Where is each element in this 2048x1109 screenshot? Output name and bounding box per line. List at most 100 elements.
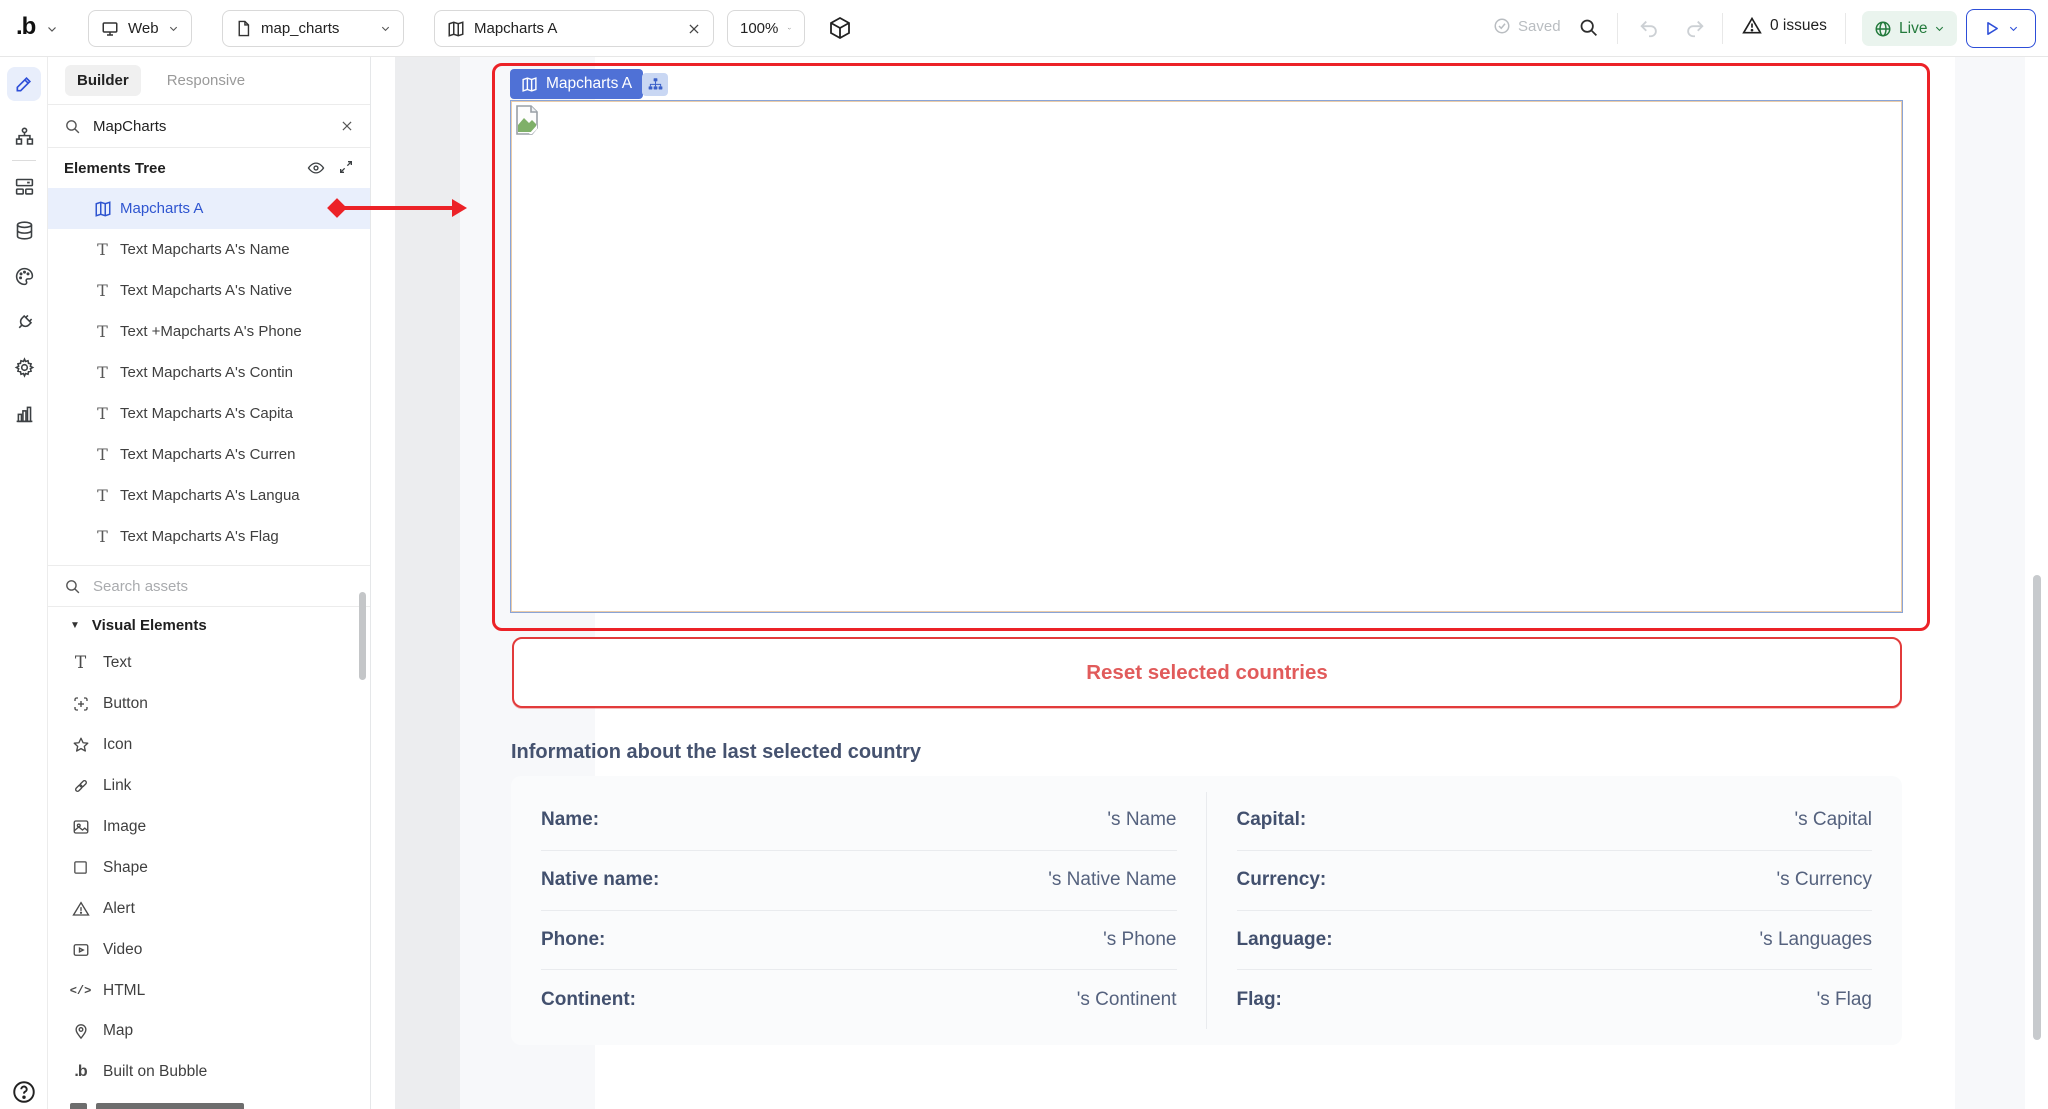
tree-item-label: Text Mapcharts A's Curren xyxy=(120,446,295,463)
tree-item-label: Text Mapcharts A's Native xyxy=(120,282,292,299)
palette-item-html[interactable]: </> HTML xyxy=(48,970,370,1011)
expand-icon[interactable] xyxy=(338,159,354,175)
plugins-tab-button[interactable] xyxy=(7,305,41,339)
tree-item-mapcharts-a[interactable]: Mapcharts A xyxy=(48,188,370,229)
annotation-highlight-rect xyxy=(492,63,1930,631)
text-icon: T xyxy=(93,281,112,300)
info-row-currency: Currency: 's Currency xyxy=(1237,851,1873,911)
sidebar-scrollbar[interactable] xyxy=(359,592,366,680)
live-label: Live xyxy=(1899,20,1927,38)
help-icon xyxy=(11,1079,37,1105)
logs-tab-button[interactable] xyxy=(7,396,41,430)
info-label: Currency: xyxy=(1237,869,1327,891)
info-row-phone: Phone: 's Phone xyxy=(541,911,1177,971)
editor-canvas[interactable]: Mapcharts A Reset selected countries Inf… xyxy=(371,57,2048,1109)
chevron-down-icon xyxy=(168,23,179,34)
tree-item[interactable]: TText Mapcharts A's Curren xyxy=(48,434,370,475)
info-row-language: Language: 's Languages xyxy=(1237,911,1873,971)
element-hierarchy-badge[interactable] xyxy=(642,73,668,96)
chevron-down-icon xyxy=(1934,23,1945,34)
palette-item-link[interactable]: Link xyxy=(48,766,370,807)
palette-item-text[interactable]: T Text xyxy=(48,643,370,684)
elements-tree-title: Elements Tree xyxy=(64,160,166,177)
search-icon xyxy=(64,578,81,595)
info-value: 's Name xyxy=(1107,809,1176,831)
tab-responsive[interactable]: Responsive xyxy=(155,65,257,96)
data-tab-button[interactable] xyxy=(7,213,41,247)
info-value: 's Native Name xyxy=(1048,869,1176,891)
palette-item-image[interactable]: Image xyxy=(48,807,370,848)
tab-mapcharts-a[interactable]: Mapcharts A xyxy=(434,10,714,47)
palette-item-built-on-bubble[interactable]: .b Built on Bubble xyxy=(48,1052,370,1093)
visual-elements-section[interactable]: ▼ Visual Elements xyxy=(48,607,370,643)
tree-item-label: Text Mapcharts A's Langua xyxy=(120,487,300,504)
tree-item-label: Text Mapcharts A's Name xyxy=(120,241,290,258)
close-icon[interactable] xyxy=(687,22,701,36)
palette-item-video[interactable]: Video xyxy=(48,929,370,970)
layout-blocks-icon xyxy=(14,176,35,197)
palette-item-map[interactable]: Map xyxy=(48,1011,370,1052)
bubble-logo[interactable]: .b xyxy=(16,13,35,41)
sitemap-icon xyxy=(648,78,663,91)
sidebar-tabs: Builder Responsive xyxy=(48,57,370,105)
clear-search-icon[interactable] xyxy=(340,119,354,133)
divider xyxy=(12,160,36,161)
preview-button[interactable] xyxy=(1966,9,2036,48)
palette-item-label: Image xyxy=(103,818,146,836)
info-label: Flag: xyxy=(1237,989,1282,1011)
palette-item-label: Link xyxy=(103,777,131,795)
info-card-right-column: Capital: 's Capital Currency: 's Currenc… xyxy=(1207,791,1903,1030)
tree-item[interactable]: TText Mapcharts A's Capita xyxy=(48,393,370,434)
workflow-icon xyxy=(14,126,35,147)
palette-item-label: Text xyxy=(103,654,131,672)
tab-builder[interactable]: Builder xyxy=(65,65,141,96)
tree-item[interactable]: TText +Mapcharts A's Phone xyxy=(48,311,370,352)
link-icon xyxy=(70,777,91,795)
divider xyxy=(1617,13,1618,44)
tree-item[interactable]: TText Mapcharts A's Flag xyxy=(48,516,370,557)
palette-item-button[interactable]: Button xyxy=(48,684,370,725)
chevron-down-icon[interactable] xyxy=(46,23,58,35)
canvas-scrollbar[interactable] xyxy=(2033,575,2041,1040)
redo-icon[interactable] xyxy=(1684,17,1706,39)
page-select[interactable]: map_charts xyxy=(222,10,404,47)
selected-element-badge[interactable]: Mapcharts A xyxy=(510,69,643,99)
country-info-card: Name: 's Name Native name: 's Native Nam… xyxy=(511,776,1902,1045)
tree-item[interactable]: TText Mapcharts A's Contin xyxy=(48,352,370,393)
workflow-tab-button[interactable] xyxy=(7,119,41,153)
tree-item[interactable]: T Text Mapcharts A's Native xyxy=(48,270,370,311)
palette-item-alert[interactable]: Alert xyxy=(48,888,370,929)
platform-select-value: Web xyxy=(128,20,159,37)
undo-icon[interactable] xyxy=(1638,17,1660,39)
reset-countries-button[interactable]: Reset selected countries xyxy=(512,637,1902,708)
settings-tab-button[interactable] xyxy=(7,350,41,384)
monitor-icon xyxy=(101,20,119,38)
tree-item-label: Text Mapcharts A's Flag xyxy=(120,528,279,545)
bar-chart-icon xyxy=(14,403,35,424)
elements-tree-header: Elements Tree xyxy=(48,148,370,188)
tree-item[interactable]: TText Mapcharts A's Langua xyxy=(48,475,370,516)
visual-elements-title: Visual Elements xyxy=(92,617,207,634)
chevron-down-icon xyxy=(787,23,792,34)
component-cube-icon[interactable] xyxy=(828,16,852,40)
annotation-arrow-head xyxy=(452,199,467,217)
divider xyxy=(1845,13,1846,44)
tree-item[interactable]: TText Mapcharts A's Name xyxy=(48,229,370,270)
assets-search-field[interactable]: Search assets xyxy=(48,565,370,607)
search-icon[interactable] xyxy=(1578,17,1599,38)
help-button[interactable] xyxy=(9,1077,39,1107)
top-bar: .b Web map_charts Mapcharts A 100% Saved… xyxy=(0,0,2048,57)
issues-indicator[interactable]: 0 issues xyxy=(1742,16,1827,36)
platform-select[interactable]: Web xyxy=(88,10,192,47)
chevron-down-icon[interactable] xyxy=(2008,23,2019,34)
palette-item-shape[interactable]: Shape xyxy=(48,847,370,888)
palette-item-icon[interactable]: Icon xyxy=(48,725,370,766)
design-tab-button[interactable] xyxy=(7,67,41,101)
palette-item-label: Alert xyxy=(103,900,135,918)
live-version-chip[interactable]: Live xyxy=(1862,11,1957,46)
zoom-select[interactable]: 100% xyxy=(727,10,805,47)
elements-search-field[interactable]: MapCharts xyxy=(48,105,370,148)
eye-icon[interactable] xyxy=(307,159,325,177)
styles-tab-button[interactable] xyxy=(7,259,41,293)
components-tab-button[interactable] xyxy=(7,169,41,203)
